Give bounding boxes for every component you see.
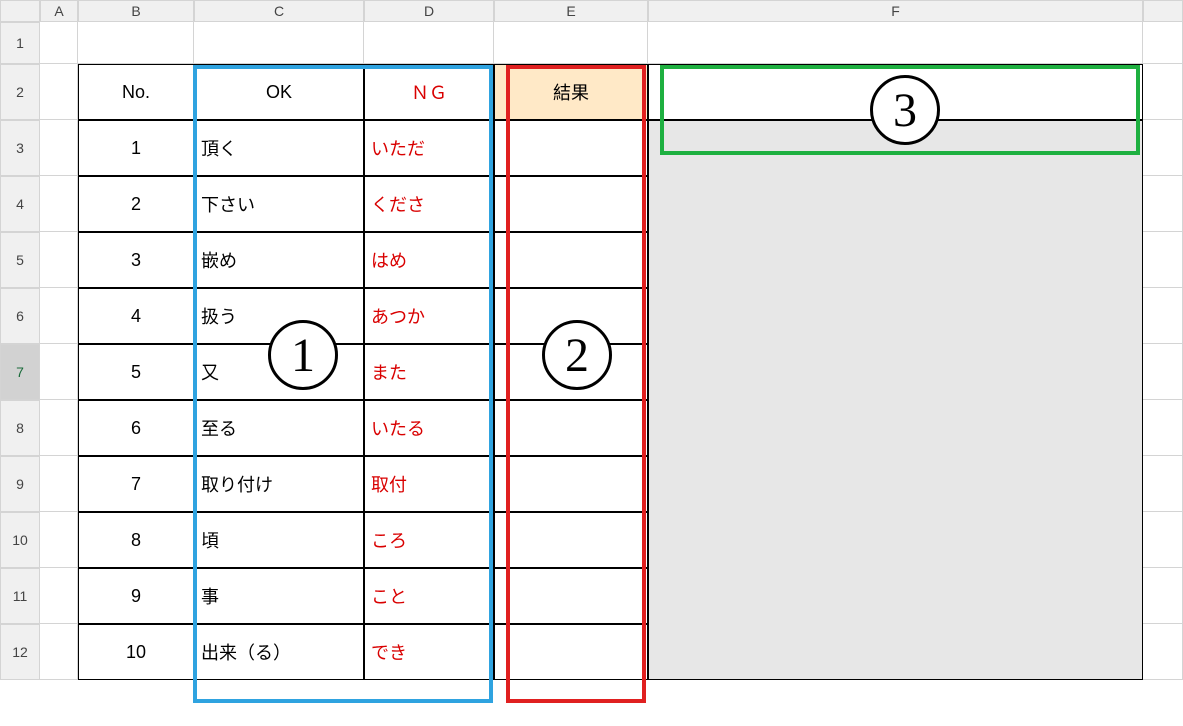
cell-ng[interactable]: はめ — [364, 232, 494, 288]
cell-result[interactable] — [494, 232, 648, 288]
row-header-3[interactable]: 3 — [0, 120, 40, 176]
row-header-1[interactable]: 1 — [0, 22, 40, 64]
cell[interactable] — [1143, 400, 1183, 456]
cell[interactable] — [1143, 64, 1183, 120]
cell[interactable] — [40, 232, 78, 288]
cell-no[interactable]: 4 — [78, 288, 194, 344]
col-header-C[interactable]: C — [194, 0, 364, 22]
col-header-B[interactable]: B — [78, 0, 194, 22]
row-header-4[interactable]: 4 — [0, 176, 40, 232]
cell[interactable] — [1143, 624, 1183, 680]
row-header-8[interactable]: 8 — [0, 400, 40, 456]
cell[interactable] — [1143, 456, 1183, 512]
cell-no[interactable]: 3 — [78, 232, 194, 288]
row-header-10[interactable]: 10 — [0, 512, 40, 568]
col-header-F[interactable]: F — [648, 0, 1143, 22]
col-header-extra[interactable] — [1143, 0, 1183, 22]
cell-result[interactable] — [494, 400, 648, 456]
cell-no[interactable]: 6 — [78, 400, 194, 456]
cell[interactable] — [364, 22, 494, 64]
cell-ng[interactable]: くださ — [364, 176, 494, 232]
cell[interactable] — [1143, 22, 1183, 64]
cell-ok[interactable]: 扱う — [194, 288, 364, 344]
cell-ok[interactable]: 嵌め — [194, 232, 364, 288]
cell[interactable] — [40, 120, 78, 176]
cell[interactable] — [40, 512, 78, 568]
cell[interactable] — [1143, 512, 1183, 568]
cell-ng[interactable]: また — [364, 344, 494, 400]
cell-ng[interactable]: いただ — [364, 120, 494, 176]
cell[interactable] — [648, 22, 1143, 64]
col-header-D[interactable]: D — [364, 0, 494, 22]
cell-no[interactable]: 7 — [78, 456, 194, 512]
row-header-6[interactable]: 6 — [0, 288, 40, 344]
cell-ok[interactable]: 事 — [194, 568, 364, 624]
cell-result[interactable] — [494, 176, 648, 232]
cell-result[interactable] — [494, 568, 648, 624]
big-f-area[interactable] — [648, 120, 1143, 680]
row-header-5[interactable]: 5 — [0, 232, 40, 288]
cell[interactable] — [40, 64, 78, 120]
cell-ok[interactable]: 頂く — [194, 120, 364, 176]
cell-ng[interactable]: こと — [364, 568, 494, 624]
cell[interactable] — [1143, 288, 1183, 344]
row-header-2[interactable]: 2 — [0, 64, 40, 120]
col-header-A[interactable]: A — [40, 0, 78, 22]
select-all-corner[interactable] — [0, 0, 40, 22]
cell-no[interactable]: 2 — [78, 176, 194, 232]
cell[interactable] — [1143, 568, 1183, 624]
cell[interactable] — [40, 568, 78, 624]
cell-no[interactable]: 5 — [78, 344, 194, 400]
cell-ok[interactable]: 下さい — [194, 176, 364, 232]
cell-ok[interactable]: 至る — [194, 400, 364, 456]
cell-ok[interactable]: 又 — [194, 344, 364, 400]
cell-no[interactable]: 10 — [78, 624, 194, 680]
cell[interactable] — [40, 400, 78, 456]
cell[interactable] — [40, 288, 78, 344]
col-header-E[interactable]: E — [494, 0, 648, 22]
cell-ng[interactable]: でき — [364, 624, 494, 680]
cell-ng[interactable]: 取付 — [364, 456, 494, 512]
row-header-7[interactable]: 7 — [0, 344, 40, 400]
cell[interactable] — [40, 344, 78, 400]
cell-result[interactable] — [494, 624, 648, 680]
header-no[interactable]: No. — [78, 64, 194, 120]
cell-ng[interactable]: いたる — [364, 400, 494, 456]
cell[interactable] — [1143, 232, 1183, 288]
cell[interactable] — [78, 22, 194, 64]
cell-no[interactable]: 9 — [78, 568, 194, 624]
cell-result[interactable] — [494, 288, 648, 344]
header-ok[interactable]: OK — [194, 64, 364, 120]
row-header-12[interactable]: 12 — [0, 624, 40, 680]
cell-result[interactable] — [494, 512, 648, 568]
cell[interactable] — [194, 22, 364, 64]
header-result[interactable]: 結果 — [494, 64, 648, 120]
cell-ok[interactable]: 頃 — [194, 512, 364, 568]
cell[interactable] — [1143, 120, 1183, 176]
cell-result[interactable] — [494, 120, 648, 176]
cell-result[interactable] — [494, 344, 648, 400]
cell[interactable] — [40, 624, 78, 680]
cell[interactable] — [40, 22, 78, 64]
row-header-9[interactable]: 9 — [0, 456, 40, 512]
cell-ok[interactable]: 取り付け — [194, 456, 364, 512]
cell-ng[interactable]: あつか — [364, 288, 494, 344]
header-f-blank[interactable] — [648, 64, 1143, 120]
cell[interactable] — [1143, 344, 1183, 400]
cell-no[interactable]: 1 — [78, 120, 194, 176]
header-ng[interactable]: ＮＧ — [364, 64, 494, 120]
cell[interactable] — [494, 22, 648, 64]
row-header-11[interactable]: 11 — [0, 568, 40, 624]
cell-ng[interactable]: ころ — [364, 512, 494, 568]
cell[interactable] — [40, 456, 78, 512]
cell[interactable] — [1143, 176, 1183, 232]
cell[interactable] — [40, 176, 78, 232]
cell-ok[interactable]: 出来（る） — [194, 624, 364, 680]
cell-result[interactable] — [494, 456, 648, 512]
cell-no[interactable]: 8 — [78, 512, 194, 568]
